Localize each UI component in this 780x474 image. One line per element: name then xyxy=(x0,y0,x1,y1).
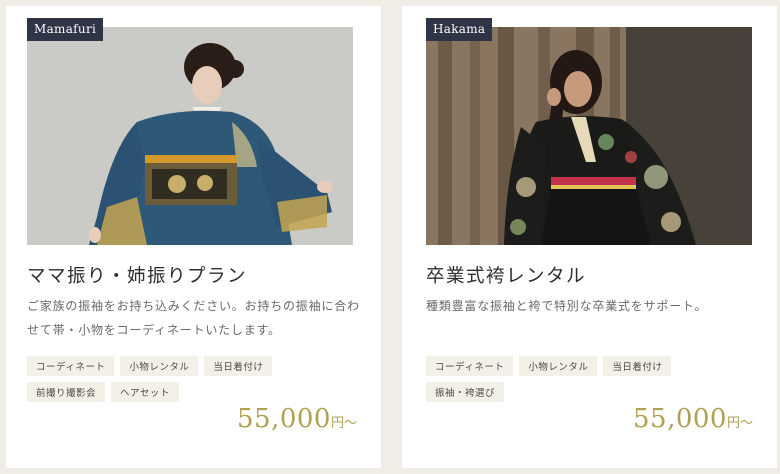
plan-description: ご家族の振袖をお持ち込みください。お持ちの振袖に合わせて帯・小物をコーディネート… xyxy=(27,299,360,337)
price-unit: 円〜 xyxy=(726,416,753,431)
tag-hair-set: ヘアセット xyxy=(111,382,179,402)
price-unit: 円〜 xyxy=(330,416,357,431)
plan-title[interactable]: 卒業式袴レンタル xyxy=(426,262,586,288)
plan-photo-hakama[interactable] xyxy=(426,27,752,245)
plan-tags: コーディネート 小物レンタル 当日着付け 前撮り撮影会 ヘアセット xyxy=(27,356,327,402)
price-amount: 55,000 xyxy=(633,404,727,434)
tag-kimono-hakama-selection: 振袖・袴選び xyxy=(426,382,505,402)
tag-coordinate: コーディネート xyxy=(27,356,115,376)
tag-pre-shoot: 前撮り撮影会 xyxy=(27,382,106,402)
tag-same-day-dressing: 当日着付け xyxy=(603,356,672,376)
plan-description: 種類豊富な振袖と袴で特別な卒業式をサポート。 xyxy=(426,299,708,313)
plan-price: 55,000円〜 xyxy=(633,404,753,434)
tag-coordinate: コーディネート xyxy=(426,356,514,376)
category-badge: Hakama xyxy=(426,18,493,41)
plan-tags: コーディネート 小物レンタル 当日着付け 振袖・袴選び xyxy=(426,356,726,402)
plan-card-mamafuri[interactable]: Mamafuri ママ振り・姉振りプラン ご家族の振袖をお持ち込みください。お持… xyxy=(6,6,381,468)
category-badge: Mamafuri xyxy=(27,18,104,41)
plan-price: 55,000円〜 xyxy=(237,404,357,434)
plan-title[interactable]: ママ振り・姉振りプラン xyxy=(27,262,247,288)
plan-photo-mamafuri[interactable] xyxy=(27,27,353,245)
plan-card-hakama[interactable]: Hakama 卒業式袴レンタル 種類豊富な振袖と袴で特別な卒業式をサポート。 コ… xyxy=(402,6,777,468)
price-amount: 55,000 xyxy=(237,404,331,434)
tag-accessory-rental: 小物レンタル xyxy=(519,356,598,376)
tag-accessory-rental: 小物レンタル xyxy=(120,356,199,376)
tag-same-day-dressing: 当日着付け xyxy=(204,356,273,376)
